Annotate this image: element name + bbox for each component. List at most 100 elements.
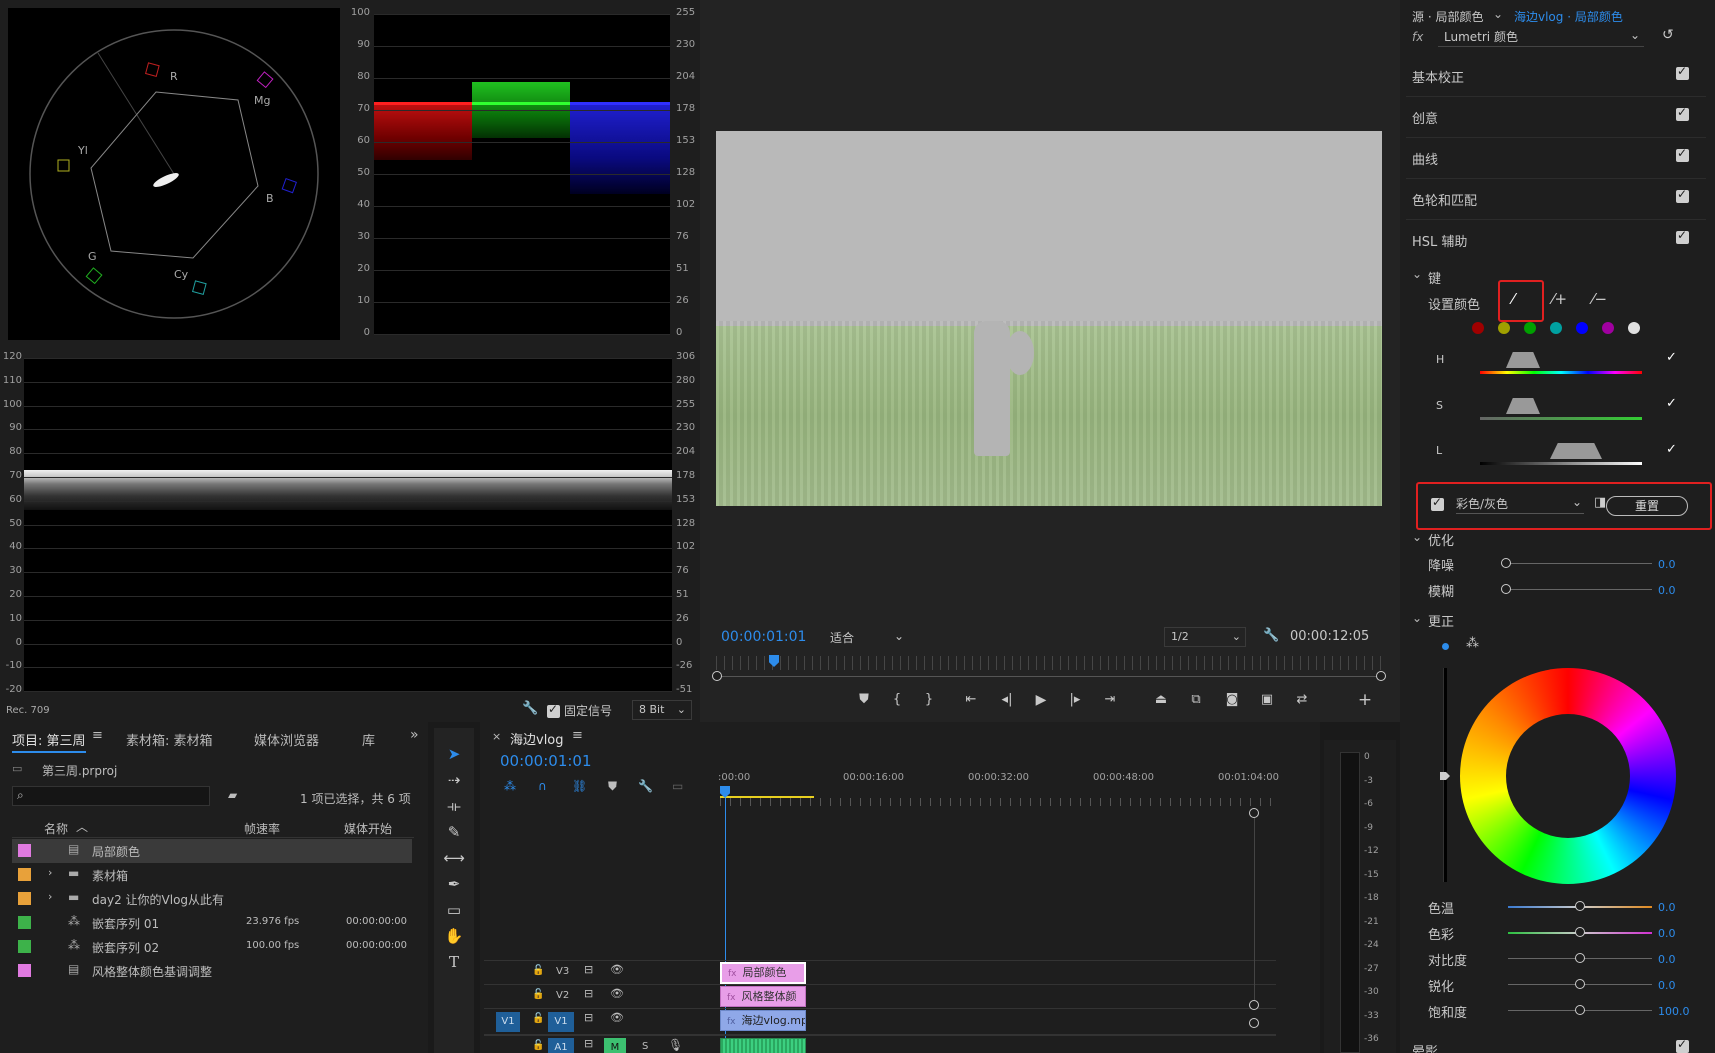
blur-slider[interactable] — [1506, 589, 1652, 590]
eyedropper-icon[interactable]: ⁄ — [1512, 290, 1515, 308]
type-tool-icon[interactable]: T — [441, 950, 467, 974]
source-patch-v1[interactable]: V1 — [496, 1012, 520, 1032]
clip-style-adjust[interactable]: fx 风格整体颜 — [720, 986, 806, 1007]
timeline-settings-wrench-icon[interactable]: 🔧 — [638, 779, 653, 793]
export-frame-icon[interactable]: ◙ — [1221, 692, 1243, 707]
razor-tool-icon[interactable]: ✎ — [441, 820, 467, 844]
sync-lock-icon[interactable]: ⊟ — [584, 987, 593, 1000]
selection-tool-icon[interactable]: ➤ — [441, 742, 467, 766]
lift-icon[interactable]: ⏏ — [1150, 692, 1172, 707]
button-editor-icon[interactable]: + — [1354, 690, 1376, 710]
step-back-icon[interactable]: ◂| — [996, 692, 1018, 707]
denoise-slider[interactable] — [1506, 563, 1652, 564]
sync-lock-icon[interactable]: ⊟ — [584, 1037, 593, 1050]
eye-icon[interactable]: 👁 — [610, 987, 624, 1000]
go-to-out-icon[interactable]: ⇥ — [1099, 692, 1121, 707]
sort-ascending-icon[interactable]: ︿ — [76, 818, 88, 835]
add-marker-icon[interactable]: ⛊ — [853, 692, 875, 707]
tab-libraries[interactable]: 库 — [362, 730, 375, 749]
section-vignette[interactable]: 晕影 — [1412, 1041, 1438, 1053]
nest-toggle-icon[interactable]: ⁂ — [504, 779, 516, 793]
column-media-start[interactable]: 媒体开始 — [344, 820, 392, 837]
key-label[interactable]: 键 — [1428, 268, 1441, 287]
saturation-check[interactable]: ✓ — [1666, 396, 1677, 411]
lightness-check[interactable]: ✓ — [1666, 442, 1677, 457]
hue-check[interactable]: ✓ — [1666, 350, 1677, 365]
program-scrollbar[interactable] — [716, 676, 1382, 677]
color-preset-swatch[interactable] — [1628, 322, 1640, 334]
project-list-item[interactable]: › ▬ 素材箱 — [12, 863, 412, 887]
denoise-value[interactable]: 0.0 — [1658, 558, 1676, 571]
adjust-knob[interactable] — [1575, 1005, 1585, 1015]
lock-icon[interactable]: 🔓 — [532, 1013, 544, 1024]
project-list-item[interactable]: ⁂ 嵌套序列 02 100.00 fps 00:00:00:00 — [12, 935, 412, 959]
eyedropper-remove-icon[interactable]: ⁄− — [1592, 290, 1607, 308]
column-name[interactable]: 名称 — [44, 820, 68, 837]
rectangle-tool-icon[interactable]: ▭ — [441, 898, 467, 922]
project-list-item[interactable]: ▤ 风格整体颜色基调调整 — [12, 959, 412, 983]
adjust-value[interactable]: 100.0 — [1658, 1005, 1690, 1018]
creative-checkbox[interactable] — [1676, 105, 1689, 121]
project-list-item[interactable]: ▤ 局部颜色 — [12, 839, 412, 863]
hamburger-icon[interactable]: ≡ — [572, 728, 583, 743]
blur-value[interactable]: 0.0 — [1658, 584, 1676, 597]
eye-icon[interactable]: 👁 — [610, 963, 624, 976]
mute-button[interactable]: M — [604, 1038, 626, 1053]
section-color-wheels[interactable]: 色轮和匹配 — [1412, 190, 1477, 209]
mark-in-icon[interactable]: { — [886, 692, 908, 707]
microphone-icon[interactable]: 🎙 — [668, 1038, 683, 1052]
track-target-v1[interactable]: V1 — [548, 1012, 574, 1032]
tab-media-browser[interactable]: 媒体浏览器 — [254, 730, 319, 749]
fit-select[interactable]: 适合 ⌄ — [824, 627, 908, 647]
chevron-down-icon[interactable]: ⌄ — [1412, 530, 1422, 544]
project-search-input[interactable]: ⌕ — [12, 786, 210, 806]
label-color-swatch[interactable] — [18, 916, 31, 929]
project-list-item[interactable]: ⁂ 嵌套序列 01 23.976 fps 00:00:00:00 — [12, 911, 412, 935]
adjust-value[interactable]: 0.0 — [1658, 953, 1676, 966]
three-wheel-mode-icon[interactable]: ⁂ — [1466, 636, 1479, 651]
color-preset-swatch[interactable] — [1550, 322, 1562, 334]
effect-select[interactable]: Lumetri 颜色 ⌄ — [1438, 28, 1644, 47]
chevron-down-icon[interactable]: ⌄ — [1412, 267, 1422, 281]
adjust-knob[interactable] — [1575, 901, 1585, 911]
chevron-right-icon[interactable]: › — [48, 890, 52, 903]
label-color-swatch[interactable] — [18, 892, 31, 905]
hue-range-handle[interactable] — [1506, 352, 1540, 368]
section-curves[interactable]: 曲线 — [1412, 149, 1438, 168]
adjust-value[interactable]: 0.0 — [1658, 979, 1676, 992]
project-list-item[interactable]: › ▬ day2 让你的Vlog从此有 — [12, 887, 412, 911]
column-fps[interactable]: 帧速率 — [244, 820, 280, 837]
blur-knob[interactable] — [1501, 584, 1511, 594]
basic-correction-checkbox[interactable] — [1676, 64, 1689, 80]
chevron-down-icon[interactable]: ⌄ — [1412, 611, 1422, 625]
hsl-secondary-checkbox[interactable] — [1676, 228, 1689, 244]
section-basic-correction[interactable]: 基本校正 — [1412, 67, 1464, 86]
sync-lock-icon[interactable]: ⊟ — [584, 963, 593, 976]
vignette-checkbox[interactable] — [1676, 1037, 1689, 1053]
lightness-range-handle[interactable] — [1550, 443, 1602, 459]
show-mask-checkbox[interactable] — [1431, 495, 1444, 511]
hue-slider[interactable] — [1480, 371, 1642, 374]
color-wheel[interactable] — [1460, 668, 1676, 884]
reset-button[interactable]: 重置 — [1606, 496, 1688, 516]
color-preset-swatch[interactable] — [1498, 322, 1510, 334]
scroll-start-handle[interactable] — [712, 671, 722, 681]
adjust-knob[interactable] — [1575, 979, 1585, 989]
settings-wrench-icon[interactable]: 🔧 — [1263, 628, 1279, 643]
correction-label[interactable]: 更正 — [1428, 611, 1454, 630]
label-color-swatch[interactable] — [18, 964, 31, 977]
clip-local-color[interactable]: fx 局部颜色 — [720, 962, 806, 984]
lock-icon[interactable]: 🔓 — [532, 989, 544, 1000]
denoise-knob[interactable] — [1501, 558, 1511, 568]
mark-out-icon[interactable]: } — [918, 692, 940, 707]
bit-depth-select[interactable]: 8 Bit ⌄ — [632, 700, 692, 720]
lock-icon[interactable]: 🔓 — [532, 965, 544, 976]
saturation-range-handle[interactable] — [1506, 398, 1540, 414]
clip-video[interactable]: fx 海边vlog.mp4 — [720, 1010, 806, 1031]
label-color-swatch[interactable] — [18, 844, 31, 857]
preview-mode-select[interactable]: 彩色/灰色 ⌄ — [1456, 495, 1584, 514]
adjust-knob[interactable] — [1575, 927, 1585, 937]
sequence-tab[interactable]: 海边vlog — [510, 729, 564, 748]
reset-effect-icon[interactable]: ↺ — [1662, 27, 1674, 43]
tab-project[interactable]: 项目: 第三周 — [12, 730, 86, 753]
